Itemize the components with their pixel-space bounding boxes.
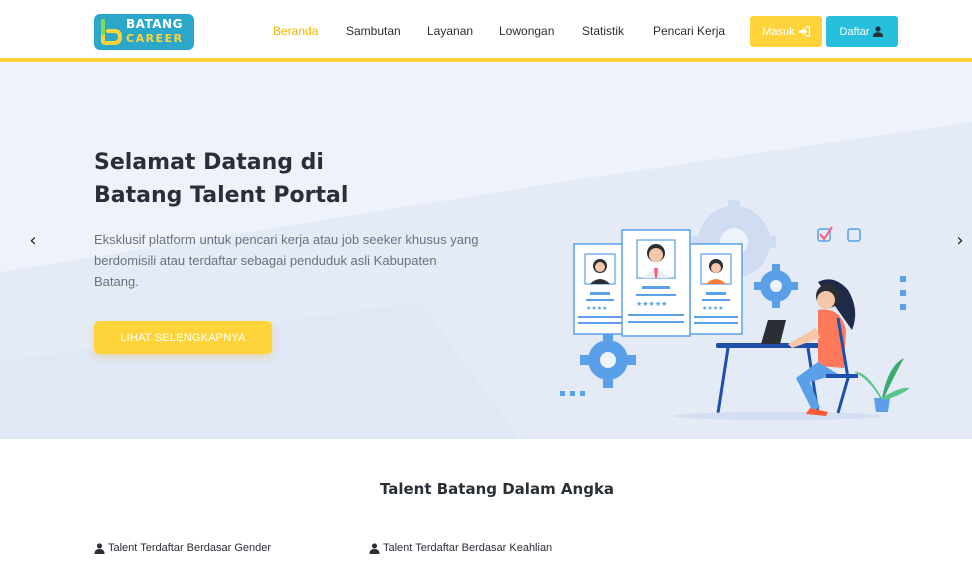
nav-lowongan[interactable]: Lowongan (499, 24, 554, 38)
checkbox-empty-icon (847, 228, 861, 242)
hero-description: Eksklusif platform untuk pencari kerja a… (94, 229, 494, 292)
profile-card-icon: ★★★★ (573, 243, 627, 335)
login-button[interactable]: Masuk (750, 16, 822, 47)
hero-title: Selamat Datang di Batang Talent Portal (94, 146, 348, 212)
nav-pencari-kerja[interactable]: Pencari Kerja (653, 24, 725, 38)
nav-beranda[interactable]: Beranda (273, 24, 318, 38)
profile-card-icon: ★★★★ (689, 243, 743, 335)
logo-b-icon (101, 19, 122, 45)
login-button-label: Masuk (762, 25, 795, 38)
chevron-right-icon[interactable]: › (950, 228, 970, 252)
hero-description-line-3: Batang. (94, 274, 139, 289)
plant-icon (854, 358, 910, 412)
top-navbar: BATANG CAREER Beranda Sambutan Layanan L… (0, 0, 972, 62)
profile-card-icon: ★★★★★ (621, 229, 691, 337)
hero-title-line-1: Selamat Datang di (94, 150, 324, 175)
see-more-button[interactable]: LIHAT SELENGKAPNYA (94, 321, 272, 354)
stat-gender-label: Talent Terdaftar Berdasar Gender (94, 542, 271, 554)
sign-in-icon (798, 26, 810, 37)
register-button-label: Daftar (839, 25, 870, 38)
brand-logo[interactable]: BATANG CAREER (94, 14, 194, 50)
svg-text:★★★★: ★★★★ (702, 305, 724, 312)
hero-illustration: ★★★★ ★★★★ ★★★★★ (560, 200, 910, 420)
logo-text-batang: BATANG (126, 17, 183, 31)
hero-description-line-1: Eksklusif platform untuk pencari kerja a… (94, 232, 479, 247)
stat-skill-label: Talent Terdaftar Berdasar Keahlian (369, 542, 552, 554)
logo-text-career: CAREER (126, 32, 184, 45)
nav-statistik[interactable]: Statistik (582, 24, 624, 38)
nav-sambutan[interactable]: Sambutan (346, 24, 401, 38)
stat-gender-text: Talent Terdaftar Berdasar Gender (108, 542, 272, 554)
register-button[interactable]: Daftar (826, 16, 898, 47)
user-icon (94, 542, 105, 554)
stat-skill-text: Talent Terdaftar Berdasar Keahlian (383, 542, 553, 554)
svg-text:★★★★: ★★★★ (586, 305, 608, 312)
user-icon (369, 542, 380, 554)
user-icon (873, 26, 884, 37)
chevron-left-icon[interactable]: ‹ (23, 228, 43, 252)
svg-text:★★★★★: ★★★★★ (636, 300, 667, 308)
hero-description-line-2: berdomisili atau terdaftar sebagai pendu… (94, 253, 437, 268)
nav-layanan[interactable]: Layanan (427, 24, 473, 38)
stats-section-title: Talent Batang Dalam Angka (379, 480, 615, 498)
hero-title-line-2: Batang Talent Portal (94, 183, 349, 208)
